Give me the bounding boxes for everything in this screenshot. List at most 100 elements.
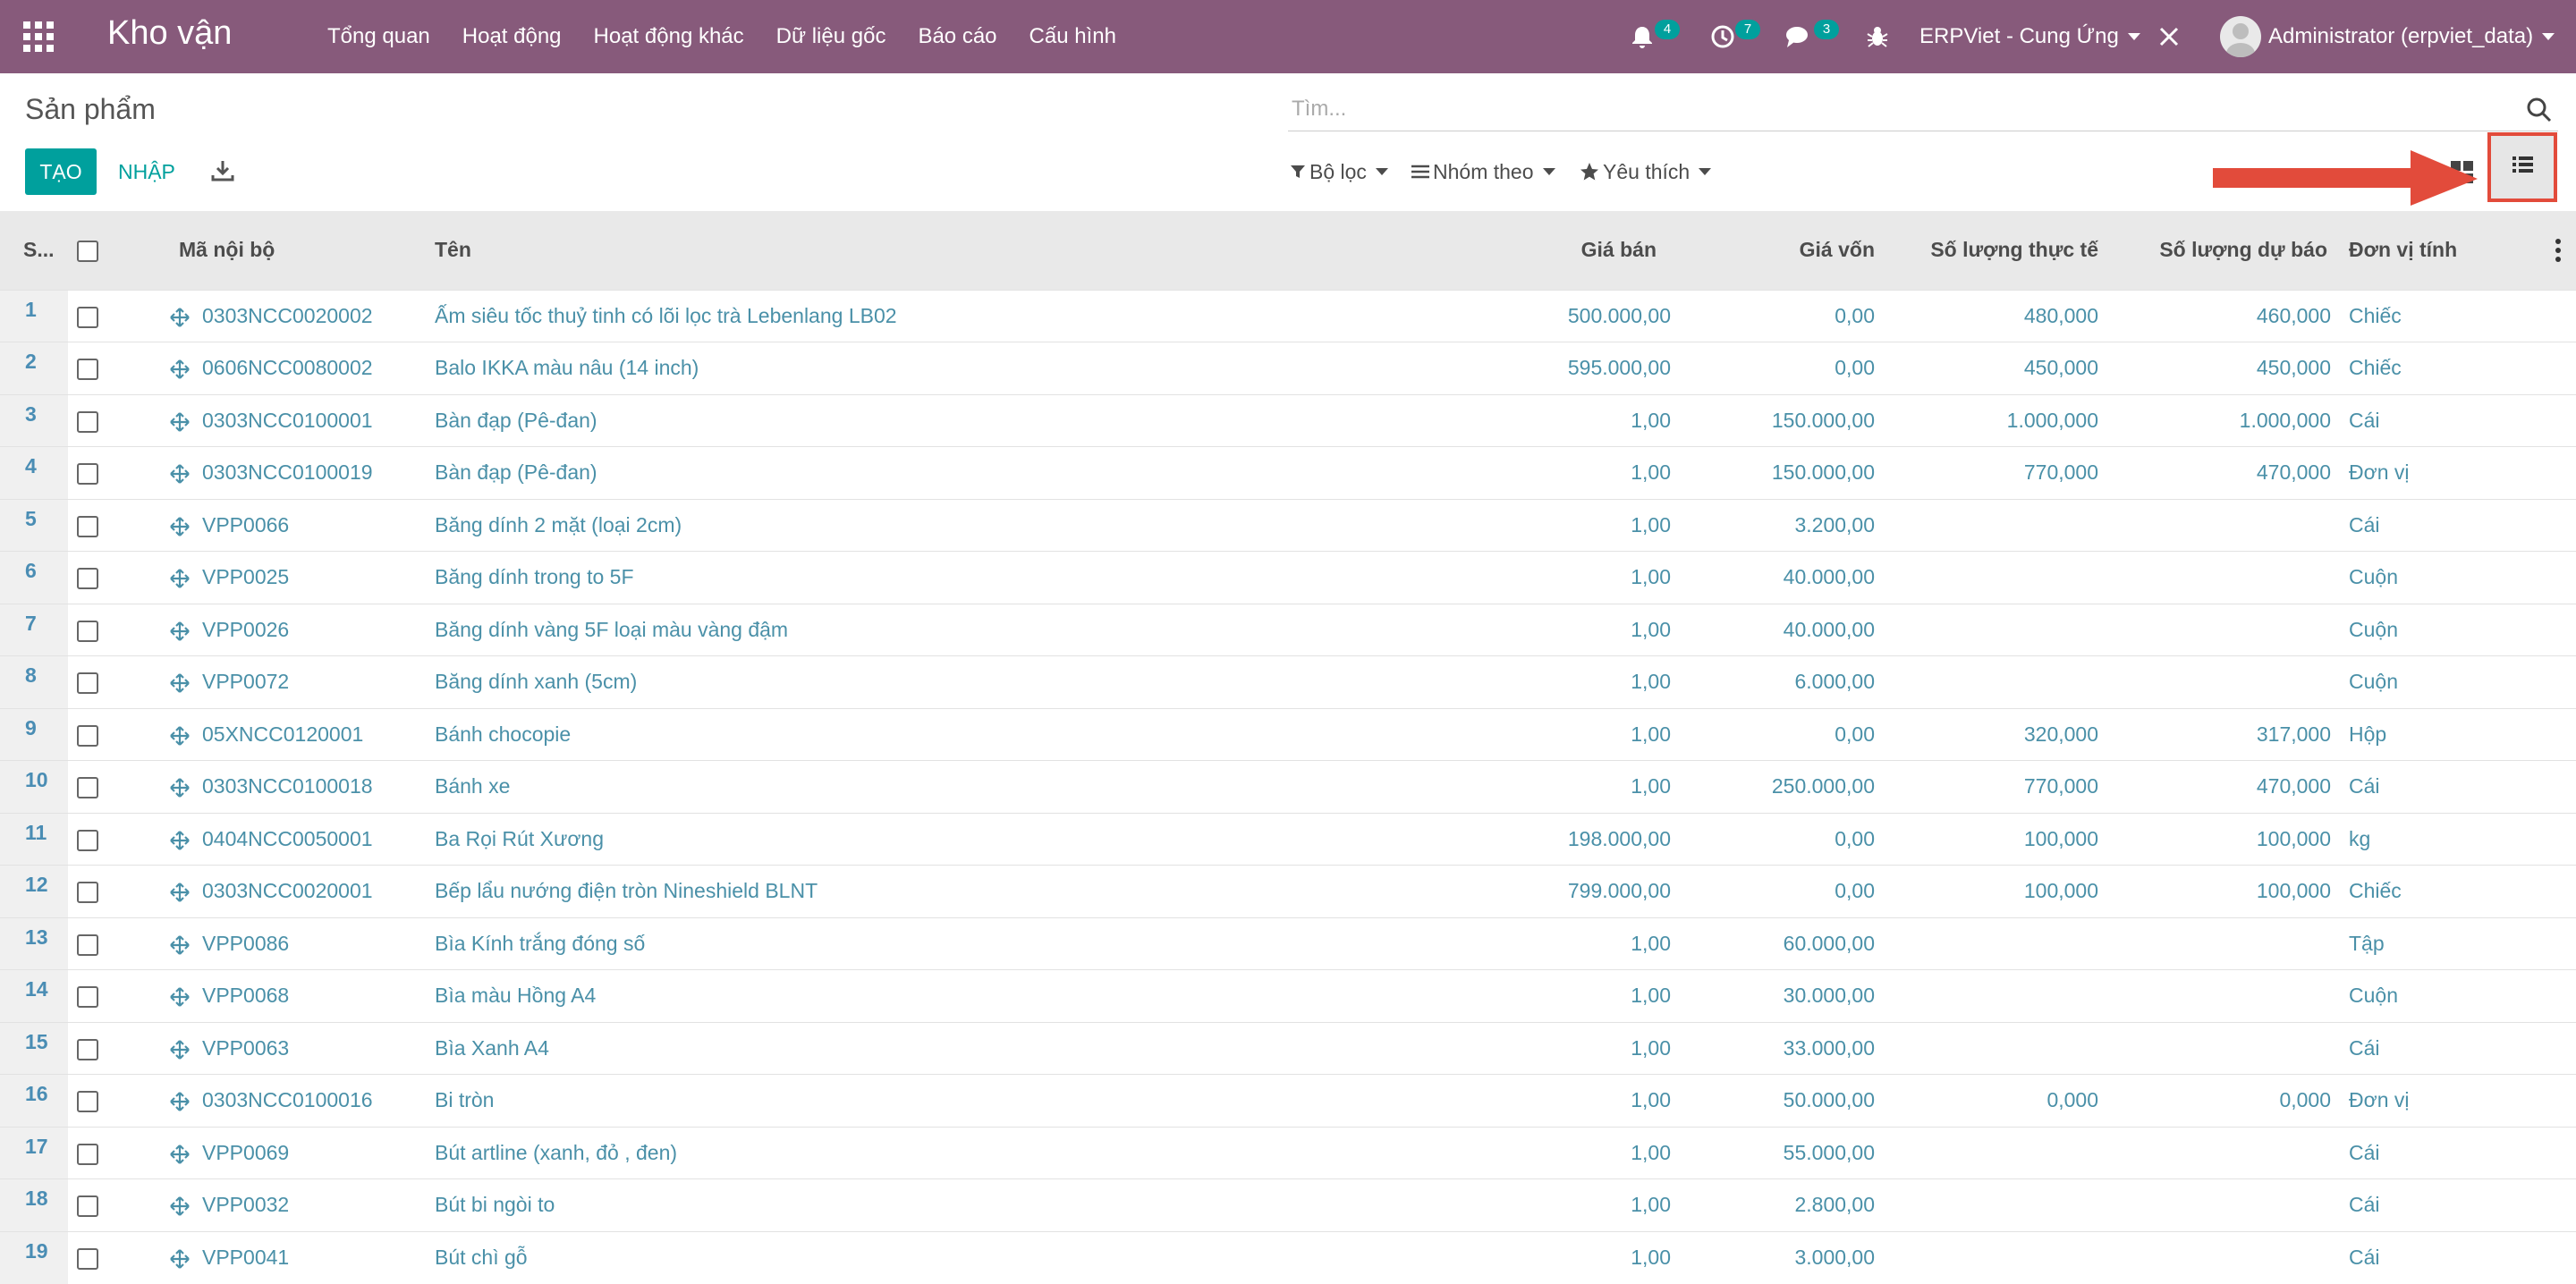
col-qty-on-hand[interactable]: Số lượng thực tế <box>1887 211 2116 290</box>
row-checkbox-cell[interactable] <box>68 1075 157 1128</box>
menu-tong-quan[interactable]: Tổng quan <box>327 24 430 49</box>
table-row[interactable]: 1 0303NCC0020002 Ấm siêu tốc thuỷ tinh có … <box>0 290 2576 342</box>
row-checkbox-cell[interactable] <box>68 290 157 342</box>
row-checkbox[interactable] <box>77 359 98 381</box>
row-checkbox-cell[interactable] <box>68 1127 157 1179</box>
table-row[interactable]: 14 VPP0068 Bìa màu Hồng A4 1,00 30.000,00 Cuộ… <box>0 969 2576 1023</box>
drag-handle-icon[interactable] <box>170 778 190 798</box>
company-switcher[interactable]: ERPViet - Cung Ứng <box>1919 0 2140 73</box>
favorites-dropdown[interactable]: Yêu thích <box>1580 156 1712 188</box>
row-checkbox[interactable] <box>77 515 98 537</box>
drag-handle-icon[interactable] <box>170 934 190 955</box>
table-row[interactable]: 13 VPP0086 Bìa Kính trắng đóng số 1,00 60.00… <box>0 917 2576 970</box>
row-checkbox-cell[interactable] <box>68 866 157 918</box>
menu-bao-cao[interactable]: Báo cáo <box>918 24 996 49</box>
col-internal-code[interactable]: Mã nội bộ <box>157 211 413 290</box>
drag-handle-icon[interactable] <box>170 1039 190 1060</box>
row-checkbox-cell[interactable] <box>68 708 157 761</box>
activities-button[interactable]: 7 <box>1710 0 1760 73</box>
table-row[interactable]: 8 VPP0072 Băng dính xanh (5cm) 1,00 6.000,00… <box>0 655 2576 709</box>
row-checkbox-cell[interactable] <box>68 394 157 447</box>
drag-handle-icon[interactable] <box>170 673 190 693</box>
close-debug-button[interactable] <box>2157 0 2181 73</box>
row-checkbox[interactable] <box>77 306 98 328</box>
table-row[interactable]: 15 VPP0063 Bìa Xanh A4 1,00 33.000,00 Cái <box>0 1022 2576 1075</box>
row-checkbox[interactable] <box>77 1247 98 1270</box>
drag-handle-icon[interactable] <box>170 569 190 588</box>
notifications-button[interactable]: 4 <box>1630 0 1680 73</box>
drag-handle-icon[interactable] <box>170 1092 190 1111</box>
table-row[interactable]: 9 05XNCC0120001 Bánh chocopie 1,00 0,00 320,0… <box>0 708 2576 761</box>
drag-handle-icon[interactable] <box>170 987 190 1007</box>
drag-handle-icon[interactable] <box>170 1144 190 1164</box>
row-checkbox-cell[interactable] <box>68 1179 157 1232</box>
download-icon[interactable] <box>211 159 234 182</box>
table-row[interactable]: 19 VPP0041 Bút chì gỗ 1,00 3.000,00 Cái <box>0 1231 2576 1284</box>
table-row[interactable]: 12 0303NCC0020001 Bếp lẩu nướng điện tròn … <box>0 865 2576 918</box>
row-checkbox[interactable] <box>77 620 98 642</box>
table-row[interactable]: 7 VPP0026 Băng dính vàng 5F loại màu vàng … <box>0 604 2576 656</box>
row-checkbox-cell[interactable] <box>68 552 157 604</box>
row-checkbox-cell[interactable] <box>68 970 157 1023</box>
row-checkbox-cell[interactable] <box>68 342 157 395</box>
select-all-box[interactable] <box>77 241 98 263</box>
table-row[interactable]: 10 0303NCC0100018 Bánh xe 1,00 250.000,00 770… <box>0 760 2576 814</box>
select-all-checkbox[interactable] <box>68 211 157 290</box>
drag-handle-icon[interactable] <box>170 621 190 641</box>
drag-handle-icon[interactable] <box>170 830 190 850</box>
table-row[interactable]: 6 VPP0025 Băng dính trong to 5F 1,00 40.000,… <box>0 551 2576 604</box>
row-checkbox[interactable] <box>77 568 98 590</box>
menu-du-lieu-goc[interactable]: Dữ liệu gốc <box>776 24 886 49</box>
row-checkbox-cell[interactable] <box>68 917 157 970</box>
messages-button[interactable]: 3 <box>1785 0 1839 73</box>
row-checkbox[interactable] <box>77 933 98 956</box>
row-checkbox[interactable] <box>77 1143 98 1165</box>
col-cost[interactable]: Giá vốn <box>1683 211 1887 290</box>
table-row[interactable]: 16 0303NCC0100016 Bi tròn 1,00 50.000,00 0,00… <box>0 1074 2576 1128</box>
row-checkbox[interactable] <box>77 986 98 1009</box>
drag-handle-icon[interactable] <box>170 1196 190 1216</box>
row-checkbox[interactable] <box>77 672 98 695</box>
col-sale-price[interactable]: Giá bán <box>1469 211 1683 290</box>
search-icon[interactable] <box>2526 97 2553 123</box>
drag-handle-icon[interactable] <box>170 883 190 902</box>
column-options-icon[interactable] <box>2555 238 2562 263</box>
row-checkbox[interactable] <box>77 410 98 433</box>
row-checkbox[interactable] <box>77 882 98 904</box>
table-row[interactable]: 18 VPP0032 Bút bi ngòi to 1,00 2.800,00 Cái <box>0 1178 2576 1232</box>
create-button[interactable]: TẠO <box>25 148 97 195</box>
user-menu[interactable]: Administrator (erpviet_data) <box>2220 0 2555 73</box>
app-brand[interactable]: Kho vận <box>107 14 232 53</box>
row-checkbox[interactable] <box>77 1038 98 1060</box>
row-checkbox-cell[interactable] <box>68 1231 157 1284</box>
drag-handle-icon[interactable] <box>170 359 190 379</box>
table-row[interactable]: 2 0606NCC0080002 Balo IKKA màu nâu (14 inc… <box>0 342 2576 395</box>
row-checkbox-cell[interactable] <box>68 656 157 709</box>
group-by-dropdown[interactable]: Nhóm theo <box>1411 156 1555 188</box>
table-row[interactable]: 4 0303NCC0100019 Bàn đạp (Pê-đan) 1,00 150.0… <box>0 446 2576 500</box>
filters-dropdown[interactable]: Bộ lọc <box>1290 156 1388 188</box>
row-checkbox[interactable] <box>77 1195 98 1218</box>
drag-handle-icon[interactable] <box>170 1249 190 1269</box>
row-checkbox[interactable] <box>77 1091 98 1113</box>
row-checkbox-cell[interactable] <box>68 1022 157 1075</box>
col-uom[interactable]: Đơn vị tính <box>2345 211 2576 290</box>
menu-cau-hinh[interactable]: Cấu hình <box>1030 24 1116 49</box>
table-row[interactable]: 11 0404NCC0050001 Ba Rọi Rút Xương 198.000,… <box>0 813 2576 866</box>
drag-handle-icon[interactable] <box>170 725 190 746</box>
drag-handle-icon[interactable] <box>170 411 190 432</box>
col-name[interactable]: Tên <box>413 211 1469 290</box>
table-row[interactable]: 5 VPP0066 Băng dính 2 mặt (loại 2cm) 1,00 3.… <box>0 499 2576 552</box>
table-row[interactable]: 3 0303NCC0100001 Bàn đạp (Pê-đan) 1,00 150.0… <box>0 394 2576 447</box>
row-checkbox[interactable] <box>77 463 98 486</box>
col-forecast-qty[interactable]: Số lượng dự báo <box>2116 211 2345 290</box>
row-checkbox[interactable] <box>77 724 98 747</box>
row-checkbox-cell[interactable] <box>68 761 157 814</box>
drag-handle-icon[interactable] <box>170 516 190 536</box>
row-checkbox-cell[interactable] <box>68 447 157 500</box>
import-button[interactable]: NHẬP <box>118 148 175 195</box>
row-checkbox[interactable] <box>77 777 98 799</box>
menu-hoat-dong-khac[interactable]: Hoạt động khác <box>594 24 744 49</box>
row-checkbox[interactable] <box>77 829 98 851</box>
apps-menu-icon[interactable] <box>23 21 54 52</box>
